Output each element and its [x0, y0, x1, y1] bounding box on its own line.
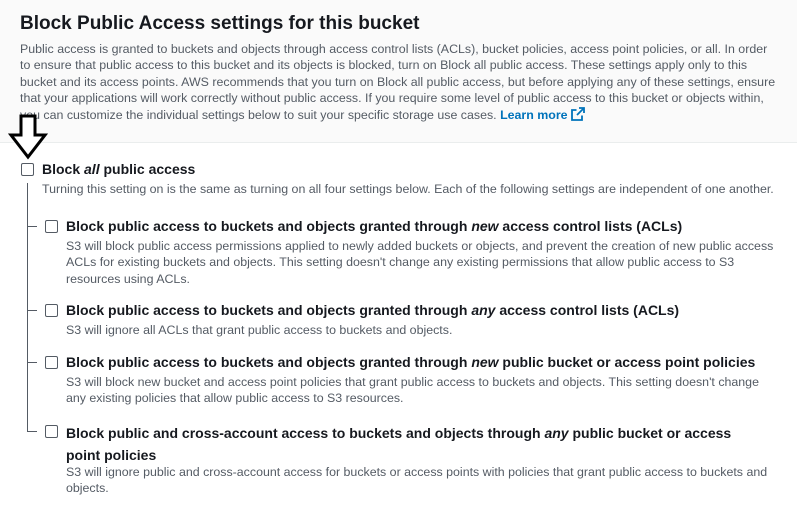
label-emphasis: new — [471, 218, 499, 234]
label-suffix: access control lists (ACLs) — [495, 302, 680, 318]
label-prefix: Block public access to buckets and objec… — [66, 218, 472, 234]
block-any-policies-checkbox[interactable] — [45, 425, 58, 438]
page-title: Block Public Access settings for this bu… — [20, 13, 420, 34]
block-new-policies-description: S3 will block new bucket and access poin… — [66, 375, 759, 406]
block-new-policies-checkbox[interactable] — [45, 356, 58, 369]
label-prefix: Block — [42, 161, 85, 177]
block-all-description: Turning this setting on is the same as t… — [42, 182, 774, 196]
label-prefix: Block public and cross-account access to… — [66, 425, 545, 441]
block-any-acls-description: S3 will ignore all ACLs that grant publi… — [66, 323, 453, 337]
block-any-acls-label: Block public access to buckets and objec… — [66, 302, 679, 318]
tree-branch — [27, 310, 37, 311]
label-suffix: public access — [99, 161, 196, 177]
label-emphasis: any — [544, 425, 569, 441]
block-any-acls-checkbox[interactable] — [45, 304, 58, 317]
tree-branch — [27, 362, 37, 363]
label-emphasis: any — [471, 302, 496, 318]
label-prefix: Block public access to buckets and objec… — [66, 354, 472, 370]
down-arrow-icon — [8, 114, 48, 160]
block-all-label: Block all public access — [42, 161, 195, 177]
description-text: Public access is granted to buckets and … — [20, 42, 776, 122]
block-new-policies-label: Block public access to buckets and objec… — [66, 354, 755, 370]
block-new-acls-description: S3 will block public access permissions … — [66, 239, 774, 286]
block-new-acls-checkbox[interactable] — [45, 220, 58, 233]
tree-branch — [27, 226, 37, 227]
label-emphasis: all — [84, 161, 100, 177]
block-all-checkbox[interactable] — [21, 163, 34, 176]
label-suffix: public bucket or access point policies — [498, 354, 756, 370]
label-prefix: Block public access to buckets and objec… — [66, 302, 472, 318]
block-new-acls-label: Block public access to buckets and objec… — [66, 218, 682, 234]
label-emphasis: new — [471, 354, 499, 370]
tree-branch — [27, 431, 37, 432]
label-suffix: access control lists (ACLs) — [498, 218, 683, 234]
tree-connector — [27, 183, 28, 432]
external-link-icon — [570, 106, 585, 121]
header-panel: Block Public Access settings for this bu… — [0, 0, 797, 143]
header-description: Public access is granted to buckets and … — [20, 41, 780, 123]
block-any-policies-description: S3 will ignore public and cross-account … — [66, 465, 768, 496]
learn-more-label: Learn more — [500, 107, 568, 122]
learn-more-link[interactable]: Learn more — [500, 106, 585, 122]
block-any-policies-label: Block public and cross-account access to… — [66, 422, 766, 466]
